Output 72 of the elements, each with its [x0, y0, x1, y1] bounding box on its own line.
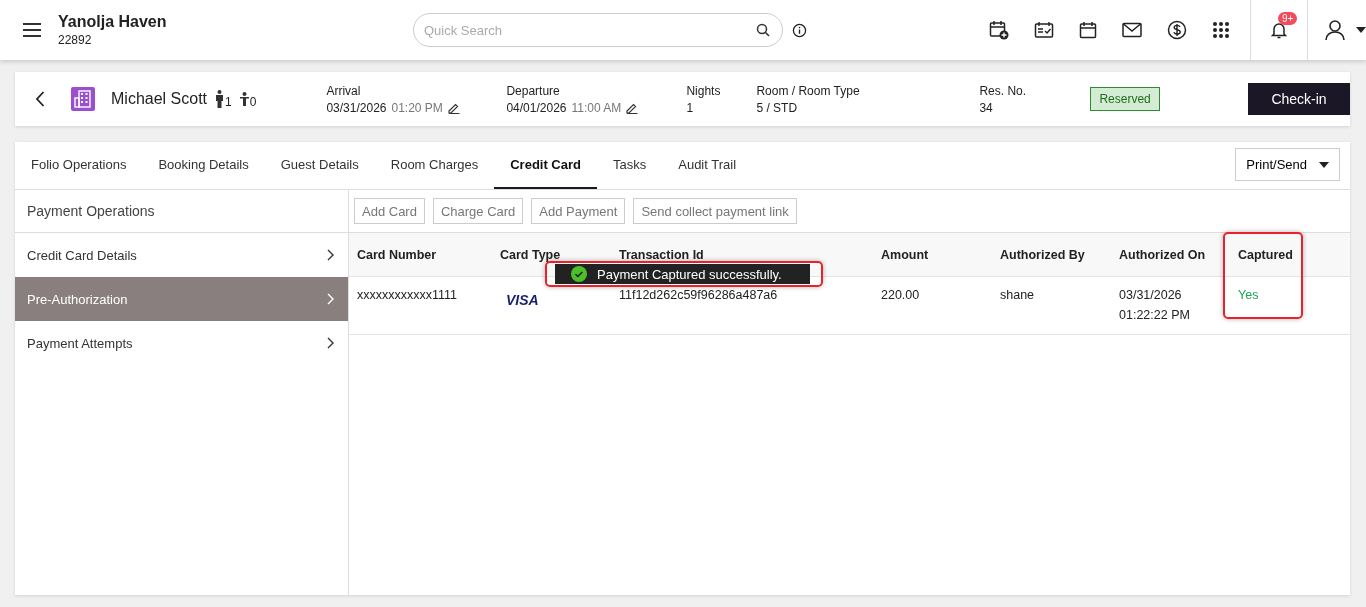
card-brand-logo: VISA [506, 292, 539, 308]
mail-icon[interactable] [1122, 22, 1142, 38]
chevron-right-icon [327, 337, 334, 349]
tab[interactable]: Folio Operations [15, 142, 143, 189]
tab[interactable]: Tasks [597, 142, 663, 189]
menu-icon[interactable] [22, 22, 42, 38]
caret-icon[interactable] [1356, 27, 1366, 33]
action-button[interactable]: Send collect payment link [633, 198, 797, 224]
field-value: 1 [686, 100, 694, 115]
field-label: Nights [686, 83, 722, 98]
column-header: Captured [1238, 247, 1294, 262]
info-icon[interactable] [792, 22, 807, 38]
column-header: Transaction Id [619, 247, 705, 262]
property-name: Yanolja Haven [58, 13, 168, 31]
edit-icon[interactable] [447, 101, 460, 114]
captured-status: Yes [1238, 288, 1259, 302]
dollar-icon[interactable] [1167, 20, 1187, 40]
column-header: Authorized By [1000, 247, 1086, 262]
notification-badge: 9+ [1278, 12, 1298, 25]
toast-message: Payment Captured successfully. [597, 266, 782, 282]
guest-name: Michael Scott [111, 90, 208, 108]
search-field[interactable]: Quick Search [413, 13, 783, 47]
action-button[interactable]: Add Card [354, 198, 425, 224]
field-value: 34 [979, 100, 993, 115]
calendar-check-icon[interactable] [1034, 21, 1054, 39]
column-header: Card Type [500, 247, 562, 262]
back-icon[interactable] [35, 91, 45, 107]
field-time: 01:20 PM [391, 100, 443, 115]
building-icon [71, 87, 95, 111]
table-cell-text: shane [1000, 287, 1036, 304]
calendar-icon[interactable] [1079, 21, 1097, 39]
chevron-right-icon [327, 293, 334, 305]
caret-icon [1319, 161, 1329, 168]
field-label: Res. No. [979, 83, 1028, 98]
action-button[interactable]: Add Payment [531, 198, 626, 224]
tab[interactable]: Booking Details [142, 142, 265, 189]
field-value: 04/01/2026 [506, 100, 567, 115]
chevron-right-icon [327, 249, 334, 261]
sidebar-item[interactable]: Pre-Authorization [15, 277, 348, 321]
tab[interactable]: Audit Trail [662, 142, 753, 189]
tab[interactable]: Guest Details [264, 142, 375, 189]
table-cell-text: xxxxxxxxxxxx1111 [357, 287, 459, 304]
field-value: 5 / STD [756, 100, 798, 115]
column-header: Authorized On [1119, 247, 1207, 262]
child-count: 0 [249, 95, 257, 109]
edit-icon[interactable] [626, 101, 639, 114]
calendar-add-icon[interactable] [989, 20, 1009, 40]
field-label: Arrival [326, 83, 362, 98]
search-icon[interactable] [756, 23, 770, 37]
notification-bell-icon[interactable] [1271, 21, 1287, 39]
user-icon[interactable] [1324, 19, 1346, 41]
table-cell: 01:22:22 PM [1119, 308, 1190, 322]
table-cell-text: 220.00 [881, 287, 921, 304]
child-icon [239, 92, 249, 106]
field-label: Room / Room Type [756, 83, 861, 98]
field-label: Departure [506, 83, 561, 98]
tab[interactable]: Room Charges [374, 142, 495, 189]
adult-icon [215, 90, 225, 108]
action-button[interactable]: Charge Card [432, 198, 524, 224]
field-value: 03/31/2026 [326, 100, 387, 115]
check-in-button[interactable]: Check-in [1248, 83, 1350, 115]
tab[interactable]: Credit Card [494, 142, 597, 189]
field-time: 11:00 AM [571, 100, 622, 115]
print-send-dropdown[interactable]: Print/Send [1235, 148, 1340, 181]
column-header: Amount [881, 247, 930, 262]
property-code: 22892 [58, 33, 93, 47]
column-header: Card Number [357, 247, 438, 262]
table-cell: 03/31/2026 [1119, 288, 1182, 302]
status-badge: Reserved [1090, 87, 1160, 111]
table-cell-text: 11f12d262c59f96286a487a6 [619, 287, 779, 304]
adult-count: 1 [225, 95, 232, 109]
apps-icon[interactable] [1212, 21, 1230, 39]
